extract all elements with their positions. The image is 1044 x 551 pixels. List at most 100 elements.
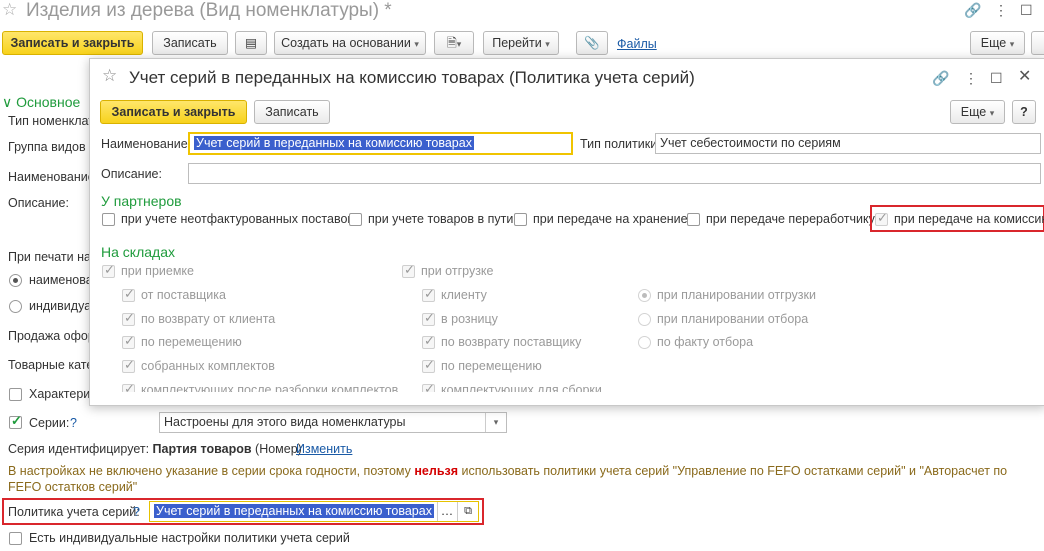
dialog-title: Учет серий в переданных на комиссию това… <box>129 68 695 87</box>
series-checkbox[interactable]: ✓ <box>9 413 22 429</box>
radio-plan-shipment-label: при планировании отгрузки <box>657 288 816 302</box>
radio-name-label: наименова <box>29 273 93 287</box>
dialog-more-label: Еще <box>960 105 987 119</box>
name-label: Наименование <box>8 170 95 184</box>
shipment-checkbox-5[interactable]: ✓ <box>422 381 435 392</box>
dialog-save-button[interactable]: Записать <box>254 100 330 124</box>
go-button[interactable]: Перейти ▾ <box>483 31 559 55</box>
create-based-button[interactable]: Создать на основании ▾ <box>274 31 426 55</box>
partners-title: У партнеров <box>101 193 182 209</box>
more-label: Еще <box>980 36 1007 50</box>
open-icon[interactable]: ⧉ <box>457 502 478 521</box>
chevron-down-icon[interactable]: ▾ <box>485 413 506 432</box>
description-label: Описание: <box>8 196 69 210</box>
attach-button[interactable]: 📎 <box>576 31 608 55</box>
radio-actual-picking[interactable] <box>638 336 651 349</box>
series-help-icon[interactable]: ? <box>70 416 77 430</box>
select-button[interactable]: … <box>437 502 456 521</box>
maximize-icon[interactable]: ☐ <box>1020 2 1033 18</box>
series-label: Серии: <box>29 416 70 430</box>
policy-help-icon[interactable]: ? <box>133 505 140 519</box>
shipment-label-1: клиенту <box>441 288 487 302</box>
radio-individual[interactable] <box>9 300 22 313</box>
list-icon: ▤ <box>245 36 257 50</box>
paperclip-icon: 📎 <box>584 36 600 50</box>
receipt-checkbox-3[interactable]: ✓ <box>122 333 135 349</box>
receipt-checkbox-2[interactable]: ✓ <box>122 310 135 326</box>
shipment-label-3: по возврату поставщику <box>441 335 582 349</box>
check-icon: ✓ <box>124 310 135 325</box>
dialog-more-button[interactable]: Еще ▾ <box>950 100 1005 124</box>
group-label: Группа видов н <box>8 140 96 154</box>
check-icon: ✓ <box>424 310 435 325</box>
shipment-checkbox-4[interactable]: ✓ <box>422 357 435 373</box>
save-button[interactable]: Записать <box>152 31 228 55</box>
dialog-name-field[interactable]: Учет серий в переданных на комиссию това… <box>188 132 573 155</box>
dialog-save-close-button[interactable]: Записать и закрыть <box>100 100 247 124</box>
dialog-name-value: Учет серий в переданных на комиссию това… <box>194 136 474 150</box>
radio-dot <box>13 278 18 283</box>
series-select[interactable]: Настроены для этого вида номенклатуры ▾ <box>159 412 507 433</box>
save-close-button[interactable]: Записать и закрыть <box>2 31 143 55</box>
star-icon[interactable]: ☆ <box>102 67 117 84</box>
shipment-label-4: по перемещению <box>441 359 542 373</box>
maximize-icon[interactable]: ☐ <box>990 70 1003 86</box>
more-vert-icon[interactable]: ⋮ <box>994 2 1008 18</box>
link-icon[interactable]: 🔗 <box>932 70 949 86</box>
section-title[interactable]: ∨ Основное <box>2 94 80 111</box>
report-button[interactable]: 🗎▾ <box>434 31 474 55</box>
more-vert-icon[interactable]: ⋮ <box>964 70 978 86</box>
radio-dot <box>642 293 647 298</box>
radio-plan-shipment[interactable] <box>638 289 651 302</box>
individual-settings-checkbox[interactable] <box>9 532 22 545</box>
check-icon: ✓ <box>424 381 435 392</box>
policy-type-label: Тип политики: <box>580 137 661 151</box>
receipt-label-1: от поставщика <box>141 288 226 302</box>
more-button[interactable]: Еще ▾ <box>970 31 1025 55</box>
receipt-label-2: по возврату от клиента <box>141 312 276 326</box>
on-receipt-checkbox[interactable]: ✓ <box>102 262 115 278</box>
on-receipt-label: при приемке <box>121 264 194 278</box>
partners-checkbox-2[interactable] <box>349 213 362 226</box>
link-icon[interactable]: 🔗 <box>964 2 981 18</box>
check-icon: ✓ <box>424 286 435 301</box>
partners-label-3: при передаче на хранение <box>533 212 688 226</box>
chevron-down-icon: ▾ <box>545 39 550 49</box>
policy-type-field[interactable]: Учет себестоимости по сериям <box>655 133 1041 154</box>
shipment-checkbox-1[interactable]: ✓ <box>422 286 435 302</box>
receipt-label-4: собранных комплектов <box>141 359 275 373</box>
receipt-checkbox-4[interactable]: ✓ <box>122 357 135 373</box>
help-button[interactable] <box>1031 31 1044 55</box>
partners-checkbox-3[interactable] <box>514 213 527 226</box>
radio-name[interactable] <box>9 274 22 287</box>
receipt-label-3: по перемещению <box>141 335 242 349</box>
on-shipment-label: при отгрузке <box>421 264 494 278</box>
receipt-row-5-clip: ✓ комплектующих после разборки комплекто… <box>120 381 420 392</box>
chevron-down-icon: ▾ <box>414 39 419 49</box>
partners-checkbox-1[interactable] <box>102 213 115 226</box>
on-shipment-checkbox[interactable]: ✓ <box>402 262 415 278</box>
dialog-description-field[interactable] <box>188 163 1041 184</box>
partners-checkbox-5[interactable]: ✓ <box>875 210 888 226</box>
list-button[interactable]: ▤ <box>235 31 267 55</box>
files-link[interactable]: Файлы <box>617 37 657 51</box>
create-based-label: Создать на основании <box>281 36 411 50</box>
goods-categories-label: Товарные кате <box>8 358 94 372</box>
dialog-name-label: Наименование: <box>101 137 192 151</box>
close-icon[interactable]: ✕ <box>1018 69 1031 85</box>
radio-plan-picking[interactable] <box>638 313 651 326</box>
partners-checkbox-4[interactable] <box>687 213 700 226</box>
warehouses-title: На складах <box>101 244 175 260</box>
star-icon[interactable]: ☆ <box>2 1 17 18</box>
dialog-description-label: Описание: <box>101 167 162 181</box>
shipment-checkbox-3[interactable]: ✓ <box>422 333 435 349</box>
receipt-checkbox-5[interactable]: ✓ <box>122 381 135 392</box>
characteristics-checkbox[interactable] <box>9 388 22 401</box>
dialog-help-button[interactable]: ? <box>1012 100 1036 124</box>
policy-field[interactable]: Учет серий в переданных на комиссию това… <box>149 501 479 522</box>
individual-settings-label: Есть индивидуальные настройки политики у… <box>29 531 350 545</box>
change-link[interactable]: Изменить <box>296 442 352 456</box>
receipt-checkbox-1[interactable]: ✓ <box>122 286 135 302</box>
series-identifies-value: Партия товаров <box>152 442 252 456</box>
shipment-checkbox-2[interactable]: ✓ <box>422 310 435 326</box>
